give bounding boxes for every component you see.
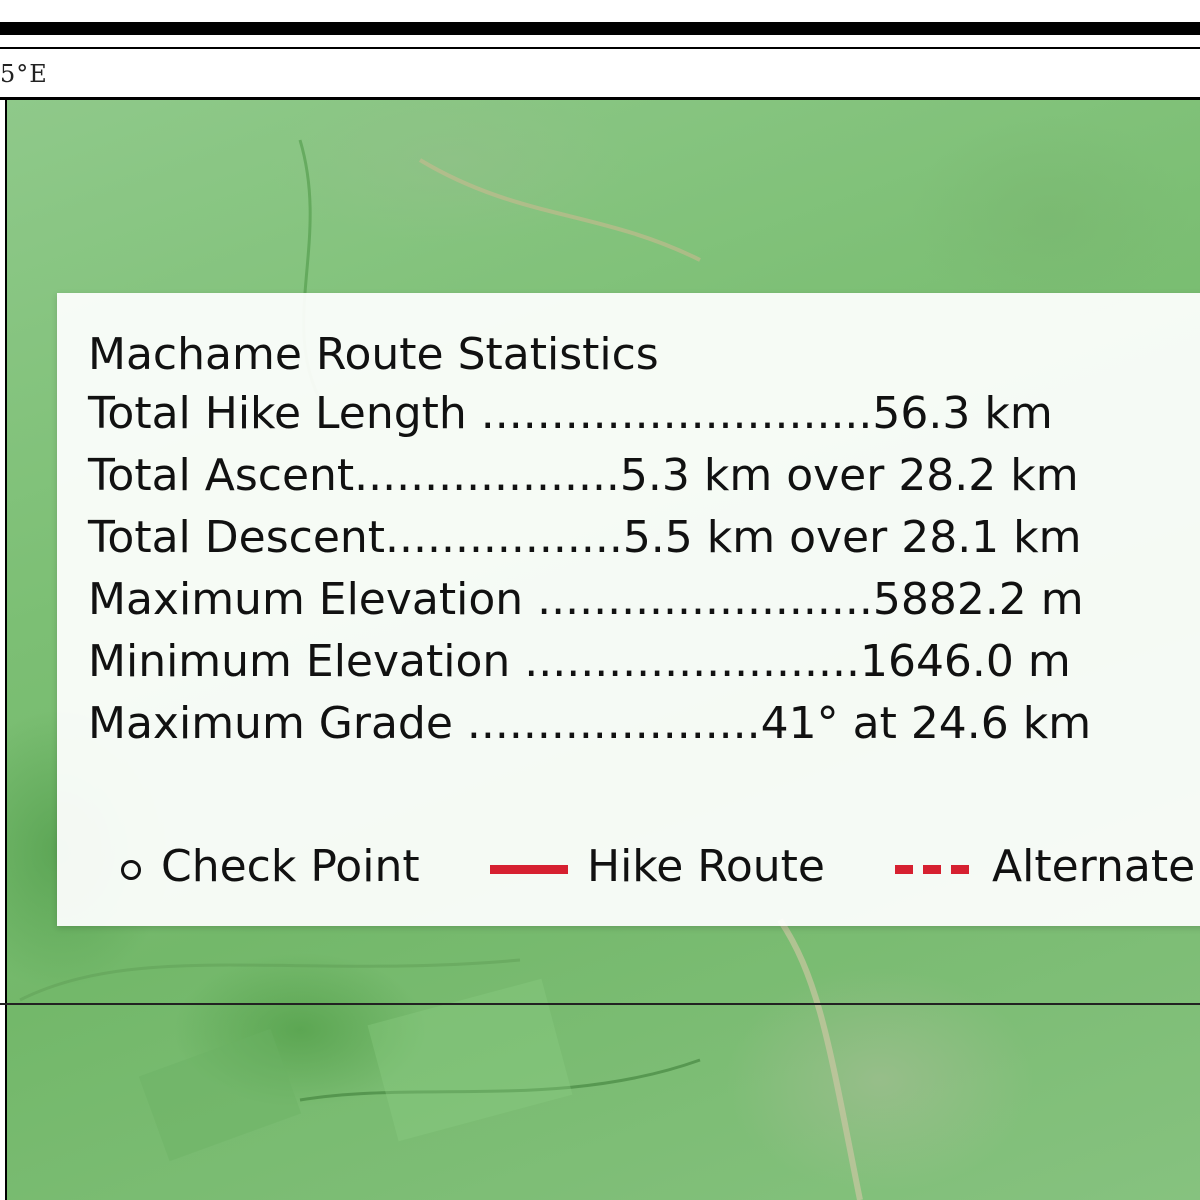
frame-line-top xyxy=(0,47,1200,49)
hike-route-line-icon xyxy=(490,865,568,874)
panel-title: Machame Route Statistics xyxy=(88,329,659,380)
stat-value: 5.3 km over 28.2 km xyxy=(619,450,1079,501)
graticule-line xyxy=(0,1003,1200,1005)
stat-row-total-descent: Total Descent.................5.5 km ove… xyxy=(88,512,1082,563)
stat-row-minimum-elevation: Minimum Elevation ......................… xyxy=(88,636,1071,687)
top-frame-bar xyxy=(0,22,1200,35)
stat-label: Minimum Elevation xyxy=(88,636,511,687)
stat-value: 56.3 km xyxy=(872,388,1053,439)
stat-label: Total Descent xyxy=(88,512,386,563)
stat-label: Maximum Grade xyxy=(88,698,453,749)
stat-label: Total Hike Length xyxy=(88,388,467,439)
coordinate-strip xyxy=(0,51,1200,97)
stat-value: 5.5 km over 28.1 km xyxy=(622,512,1082,563)
stat-row-total-ascent: Total Ascent...................5.3 km ov… xyxy=(88,450,1079,501)
stat-label: Maximum Elevation xyxy=(88,574,524,625)
map-left-border xyxy=(0,100,7,1200)
legend-hike-route: Hike Route xyxy=(587,841,826,892)
alternate-route-dash-icon xyxy=(951,865,969,874)
stat-leader-dots: ................... xyxy=(354,450,620,501)
stat-label: Total Ascent xyxy=(88,450,355,501)
legend-alternate: Alternate xyxy=(992,841,1196,892)
check-point-icon xyxy=(121,860,141,880)
longitude-label: 5°E xyxy=(0,60,48,88)
stat-row-maximum-elevation: Maximum Elevation ......................… xyxy=(88,574,1084,625)
alternate-route-dash-icon xyxy=(895,865,913,874)
stat-value: 5882.2 m xyxy=(872,574,1084,625)
stat-row-maximum-grade: Maximum Grade .....................41° a… xyxy=(88,698,1091,749)
legend-check-point: Check Point xyxy=(161,841,420,892)
stat-leader-dots: ............................ xyxy=(466,388,873,439)
stat-row-total-hike-length: Total Hike Length ......................… xyxy=(88,388,1053,439)
route-statistics-panel: Machame Route Statistics Total Hike Leng… xyxy=(57,293,1200,926)
stat-leader-dots: ..................... xyxy=(452,698,761,749)
stat-leader-dots: ........................ xyxy=(510,636,860,687)
stat-leader-dots: ........................ xyxy=(523,574,873,625)
stat-leader-dots: ................. xyxy=(385,512,623,563)
alternate-route-dash-icon xyxy=(923,865,941,874)
stat-value: 41° at 24.6 km xyxy=(760,698,1092,749)
stat-value: 1646.0 m xyxy=(859,636,1071,687)
